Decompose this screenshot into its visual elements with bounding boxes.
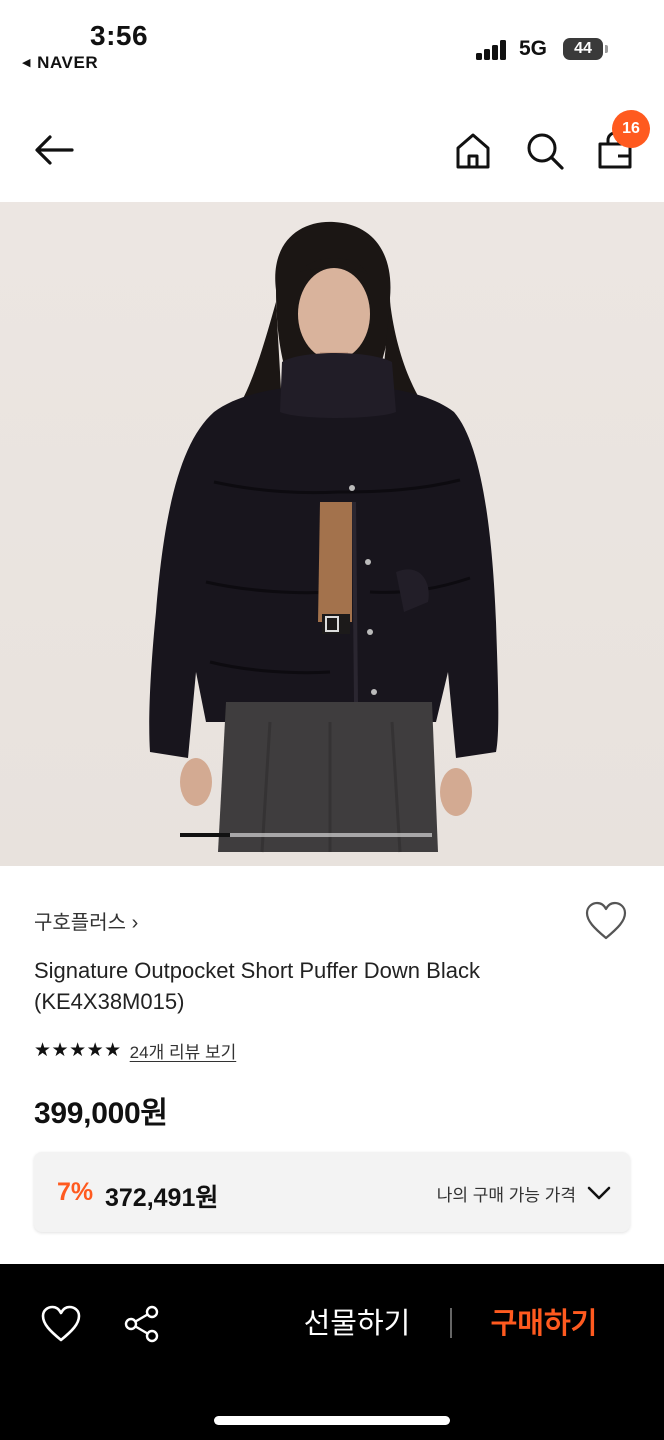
buy-button[interactable]: 구매하기	[474, 1304, 614, 1344]
search-icon	[527, 133, 564, 170]
back-app-label: NAVER	[37, 53, 99, 72]
gallery-progress-track	[180, 833, 432, 837]
share-icon	[124, 1305, 159, 1343]
product-title: Signature Outpocket Short Puffer Down Bl…	[34, 958, 480, 1014]
signal-icon	[476, 40, 508, 60]
home-icon	[456, 133, 490, 169]
rating-row: ★★★★★ 24개 리뷰 보기	[34, 1038, 236, 1063]
my-price-dropdown[interactable]: 나의 구매 가능 가격	[422, 1176, 612, 1210]
brand-link[interactable]: 구호플러스 ›	[34, 906, 138, 935]
discount-rate: 7%	[57, 1178, 94, 1206]
discount-price-box: 7% 372,491원 나의 구매 가능 가격	[34, 1152, 630, 1232]
battery-icon: 44	[563, 38, 603, 60]
bottom-divider	[450, 1308, 452, 1338]
cart-count-badge: 16	[612, 110, 650, 148]
heart-outline-icon	[585, 901, 627, 940]
network-type: 5G	[519, 37, 548, 60]
top-nav	[0, 100, 664, 200]
status-bar: 3:56 ◀ NAVER 5G 44	[0, 0, 664, 96]
brand-name: 구호플러스	[34, 912, 126, 934]
status-time: 3:56	[90, 20, 149, 51]
gift-button[interactable]: 선물하기	[290, 1304, 424, 1344]
product-price: 399,000원	[34, 1097, 168, 1130]
product-page: 3:56 ◀ NAVER 5G 44 16 구호플러스 › Signature …	[0, 0, 664, 1440]
back-button[interactable]	[30, 128, 78, 172]
wishlist-button[interactable]	[584, 900, 628, 942]
back-to-app-link[interactable]: ◀ NAVER	[22, 53, 98, 73]
product-image-gallery[interactable]	[0, 202, 664, 866]
back-triangle-icon: ◀	[22, 57, 32, 69]
battery-cap	[605, 45, 608, 53]
brand-chevron-icon: ›	[131, 912, 139, 934]
share-button[interactable]	[122, 1304, 162, 1344]
gallery-progress-fill	[180, 833, 231, 837]
battery-level: 44	[574, 40, 592, 57]
home-button[interactable]	[450, 128, 496, 174]
heart-icon	[41, 1305, 81, 1342]
star-rating-icon: ★★★★★	[34, 1040, 122, 1061]
review-link[interactable]: 24개 리뷰 보기	[130, 1038, 237, 1063]
bottom-action-bar: 선물하기 구매하기	[0, 1264, 664, 1440]
chevron-down-icon	[587, 1186, 611, 1200]
my-price-label: 나의 구매 가능 가격	[436, 1185, 576, 1205]
search-button[interactable]	[522, 128, 568, 174]
bottom-wishlist-button[interactable]	[40, 1304, 82, 1344]
product-photo	[149, 221, 499, 853]
home-indicator[interactable]	[214, 1416, 450, 1425]
back-arrow-icon	[35, 135, 74, 165]
discount-price: 372,491원	[105, 1184, 219, 1212]
